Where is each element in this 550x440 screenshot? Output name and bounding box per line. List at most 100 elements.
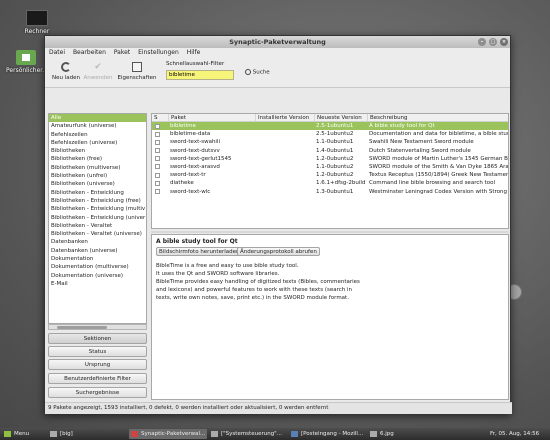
section-item[interactable]: E-Mail (49, 280, 146, 288)
properties-icon (132, 62, 142, 72)
menu-button[interactable]: Menu (2, 429, 42, 439)
package-row[interactable]: bibletime-data 2.5-1ubuntu2 Documentation … (152, 130, 508, 138)
download-screenshot-button[interactable]: Bildschirmfoto herunterladen (156, 247, 243, 256)
package-latest-cell: 2.5-1ubuntu2 (316, 131, 354, 138)
section-item[interactable]: Bibliotheken - Veraltet (49, 222, 146, 230)
section-item[interactable]: Bibliotheken (49, 147, 146, 155)
menu-settings[interactable]: Einstellungen (138, 49, 179, 56)
task-label: [Posteingang - Mozill... (301, 431, 364, 437)
synaptic-window: Synaptic-Paketverwaltung – □ × Datei Bea… (44, 35, 512, 414)
package-name-cell: sword-text-swahili (170, 139, 221, 146)
apply-button[interactable]: ✔ Anwenden (83, 60, 113, 81)
terminal-icon (50, 431, 57, 437)
package-checkbox[interactable] (155, 123, 160, 129)
description-pane: A bible study tool for Qt Bildschirmfoto… (151, 234, 509, 400)
section-item[interactable]: Amateurfunk (universe) (49, 122, 146, 130)
reload-button[interactable]: Neu laden (51, 60, 81, 81)
package-checkbox[interactable] (155, 164, 160, 170)
section-item[interactable]: Dokumentation (multiverse) (49, 263, 146, 271)
package-desc-cell: Textus Receptus (1550/1894) Greek New Te… (369, 172, 509, 179)
desktop-icon-home[interactable]: Persönlicher... (6, 50, 48, 74)
col-status-header[interactable]: S (152, 114, 162, 122)
section-item[interactable]: Bibliotheken - Entwicklung (univer (49, 214, 146, 222)
menu-edit[interactable]: Bearbeiten (73, 49, 106, 56)
package-row[interactable]: sword-text-wlc 1.3-0ubuntu1 Westminster Le… (152, 188, 508, 196)
section-item[interactable]: Befehlszeilen (49, 131, 146, 139)
menu-file[interactable]: Datei (49, 49, 65, 56)
section-item[interactable]: Bibliotheken (multiverse) (49, 164, 146, 172)
package-row[interactable]: sword-text-arasvd 1.1-0ubuntu2 SWORD modul… (152, 163, 508, 171)
package-row[interactable]: diatheke 1.6.1+dfsg-2build1 Command line b… (152, 179, 508, 187)
filter-custom-button[interactable]: Benutzerdefinierte Filter (48, 373, 147, 384)
section-item[interactable]: Bibliotheken (unfrei) (49, 172, 146, 180)
section-item[interactable]: Bibliotheken - Entwicklung (multiv (49, 205, 146, 213)
section-item[interactable]: Dokumentation (49, 255, 146, 263)
scrollbar-thumb[interactable] (57, 326, 107, 329)
close-icon[interactable]: × (500, 38, 508, 46)
search-button[interactable]: Suche (245, 69, 270, 76)
properties-button[interactable]: Eigenschaften (117, 60, 157, 81)
col-installed-header[interactable]: Installierte Version (255, 114, 313, 122)
section-item[interactable]: Bibliotheken - Veraltet (universe) (49, 230, 146, 238)
col-description-header[interactable]: Beschreibung (367, 114, 508, 122)
description-line: BibleTime is a free and easy to use bibl… (156, 263, 299, 269)
task-systemsteuerung[interactable]: ["Systemsteuerung"... (209, 429, 287, 439)
image-icon (370, 431, 377, 437)
package-row[interactable]: bibletime 2.5-1ubuntu1 A bible study tool … (152, 122, 508, 131)
section-item[interactable]: Bibliotheken (universe) (49, 180, 146, 188)
col-latest-header[interactable]: Neueste Version (314, 114, 366, 122)
package-name-cell: sword-text-tr (170, 172, 206, 179)
package-latest-cell: 1.1-0ubuntu2 (316, 163, 354, 170)
task-label: [big] (60, 431, 73, 437)
col-package-header[interactable]: Paket (168, 114, 254, 122)
minimize-icon[interactable]: – (478, 38, 486, 46)
filter-origin-button[interactable]: Ursprung (48, 359, 147, 370)
desktop-icon-computer[interactable]: Rechner (17, 10, 57, 35)
package-checkbox[interactable] (155, 139, 160, 145)
package-row[interactable]: sword-text-swahili 1.1-0ubuntu1 Swahili Ne… (152, 138, 508, 146)
task-synaptic[interactable]: Synaptic-Paketverwal... (129, 429, 207, 439)
package-checkbox[interactable] (155, 156, 160, 162)
get-changelog-button[interactable]: Änderungsprotokoll abrufen (237, 247, 320, 256)
task-label: Synaptic-Paketverwal... (141, 431, 206, 437)
description-line: and lexicons) and powerful features to w… (156, 287, 353, 293)
package-row[interactable]: sword-text-gerlut1545 1.2-0ubuntu2 SWORD m… (152, 155, 508, 163)
description-line: texts, write own notes, save, print etc.… (156, 295, 349, 301)
section-item[interactable]: Dokumentation (universe) (49, 272, 146, 280)
pane-separator[interactable] (151, 231, 509, 233)
package-table: S Paket Installierte Version Neueste Ver… (151, 113, 509, 229)
filter-status-button[interactable]: Status (48, 346, 147, 357)
menu-help[interactable]: Hilfe (187, 49, 201, 56)
clock[interactable]: Fr, 05. Aug, 14:56 (490, 429, 548, 439)
package-checkbox[interactable] (155, 148, 160, 154)
package-checkbox[interactable] (155, 189, 160, 194)
task-image[interactable]: 6.jpg (368, 429, 408, 439)
section-item[interactable]: Bibliotheken - Entwicklung (49, 189, 146, 197)
package-name-cell: diatheke (170, 180, 194, 187)
window-titlebar[interactable]: Synaptic-Paketverwaltung – □ × (45, 36, 510, 48)
task-label: ["Systemsteuerung"... (221, 431, 282, 437)
section-item[interactable]: Datenbanken (49, 238, 146, 246)
package-name-cell: sword-text-dutsvv (170, 147, 220, 154)
section-list-scrollbar[interactable] (48, 324, 147, 330)
package-checkbox[interactable] (155, 131, 160, 137)
quickfilter-input[interactable] (166, 70, 234, 80)
package-row[interactable]: sword-text-tr 1.2-0ubuntu2 Textus Receptus… (152, 171, 508, 179)
filter-search-results-button[interactable]: Suchergebnisse (48, 387, 147, 398)
package-desc-cell: Documentation and data for bibletime, a … (369, 131, 509, 138)
filter-sections-button[interactable]: Sektionen (48, 333, 147, 344)
maximize-icon[interactable]: □ (489, 38, 497, 46)
task-big[interactable]: [big] (48, 429, 106, 439)
section-item[interactable]: Alle (49, 114, 146, 123)
package-checkbox[interactable] (155, 180, 160, 186)
section-item[interactable]: Datenbanken (universe) (49, 247, 146, 255)
task-thunderbird[interactable]: [Posteingang - Mozill... (289, 429, 365, 439)
section-item[interactable]: Bibliotheken (free) (49, 155, 146, 163)
menu-package[interactable]: Paket (114, 49, 130, 56)
package-row[interactable]: sword-text-dutsvv 1.4-0ubuntu1 Dutch State… (152, 147, 508, 155)
section-item[interactable]: Befehlszeilen (universe) (49, 139, 146, 147)
menubar: Datei Bearbeiten Paket Einstellungen Hil… (45, 48, 510, 58)
package-checkbox[interactable] (155, 172, 160, 178)
package-latest-cell: 1.2-0ubuntu2 (316, 172, 354, 179)
section-item[interactable]: Bibliotheken - Entwicklung (free) (49, 197, 146, 205)
